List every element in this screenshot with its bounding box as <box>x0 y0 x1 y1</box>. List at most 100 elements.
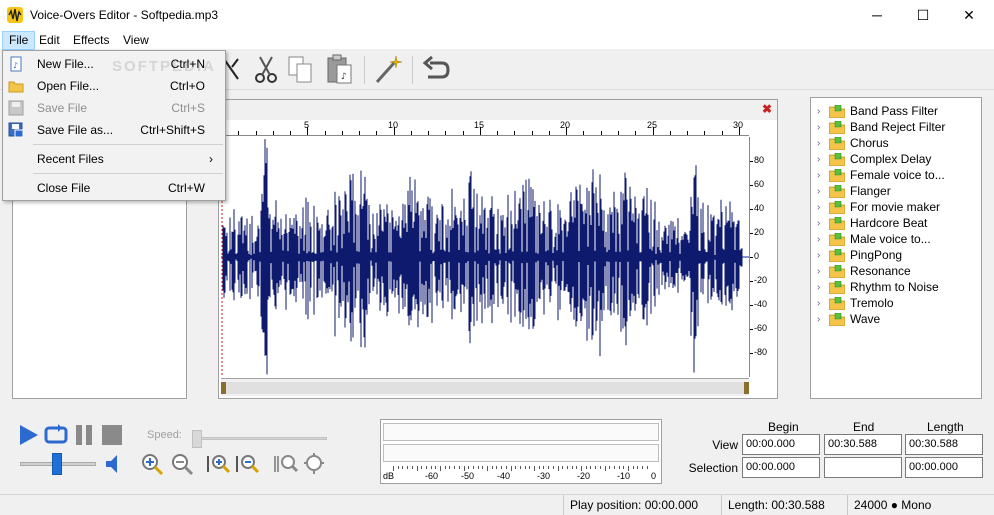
menu-item-recent-files[interactable]: Recent Files › <box>3 148 225 170</box>
view-end-field[interactable]: 00:30.588 <box>824 434 902 455</box>
expand-chevron-icon[interactable]: › <box>817 202 827 213</box>
menu-edit[interactable]: Edit <box>33 31 66 50</box>
effect-item[interactable]: › Resonance <box>817 263 911 279</box>
meter-tick <box>444 466 446 469</box>
effect-item[interactable]: › Complex Delay <box>817 151 931 167</box>
y-tick-label: -80 <box>754 347 768 357</box>
scissors-icon[interactable] <box>250 53 282 87</box>
expand-chevron-icon[interactable]: › <box>817 282 827 293</box>
speaker-icon[interactable] <box>102 452 126 476</box>
meter-tick <box>477 466 479 469</box>
effect-folder-icon <box>829 184 845 198</box>
speed-slider-thumb[interactable] <box>192 430 202 448</box>
y-tick-label: 0 <box>754 251 760 261</box>
waveform-editor[interactable]: ✖ 5 10 15 20 25 30 80 60 40 20 0 -20 -40 -60 -80 <box>218 99 778 399</box>
view-length-field[interactable]: 00:30.588 <box>905 434 983 455</box>
pause-icon[interactable] <box>72 423 96 447</box>
effect-folder-icon <box>829 216 845 230</box>
expand-chevron-icon[interactable]: › <box>817 186 827 197</box>
zoom-in-icon[interactable] <box>140 452 164 476</box>
submenu-arrow-icon: › <box>209 152 213 166</box>
expand-chevron-icon[interactable]: › <box>817 314 827 325</box>
menu-item-open-file[interactable]: Open File... Ctrl+O <box>3 75 225 97</box>
speed-slider-track[interactable] <box>197 437 327 440</box>
meter-tick <box>421 466 423 469</box>
expand-chevron-icon[interactable]: › <box>817 154 827 165</box>
effect-label: Resonance <box>850 264 911 278</box>
maximize-button[interactable]: ☐ <box>900 0 946 30</box>
effect-item[interactable]: › For movie maker <box>817 199 940 215</box>
volume-slider-thumb[interactable] <box>52 453 62 475</box>
effect-item[interactable]: › Flanger <box>817 183 891 199</box>
meter-tick <box>411 466 413 469</box>
meter-tick <box>472 466 474 469</box>
selection-length-field[interactable]: 00:00.000 <box>905 457 983 478</box>
menu-file[interactable]: File <box>2 31 36 50</box>
effect-item[interactable]: › Wave <box>817 311 880 327</box>
effect-item[interactable]: › Chorus <box>817 135 889 151</box>
effect-label: Flanger <box>850 184 891 198</box>
expand-chevron-icon[interactable]: › <box>817 170 827 181</box>
effect-item[interactable]: › Band Pass Filter <box>817 103 938 119</box>
play-icon[interactable] <box>16 423 40 447</box>
waveform-scrollbar[interactable] <box>221 378 749 396</box>
zoom-fit-icon[interactable] <box>274 452 298 476</box>
meter-scale: dB -60 -50 -40 -30 -20 -10 0 <box>381 466 661 483</box>
meter-tick <box>585 466 587 469</box>
selection-end-field[interactable] <box>824 457 902 478</box>
close-window-button[interactable]: ✕ <box>946 0 992 30</box>
y-tick-mark <box>750 353 753 354</box>
zoom-out-icon[interactable] <box>170 452 194 476</box>
menu-view[interactable]: View <box>117 31 155 50</box>
undo-icon[interactable] <box>420 53 452 87</box>
menu-item-save-file[interactable]: Save File Ctrl+S <box>3 97 225 119</box>
effect-folder-icon <box>829 264 845 278</box>
effect-item[interactable]: › Hardcore Beat <box>817 215 927 231</box>
menu-item-save-file-as[interactable]: Save File as... Ctrl+Shift+S <box>3 119 225 141</box>
expand-chevron-icon[interactable]: › <box>817 234 827 245</box>
expand-chevron-icon[interactable]: › <box>817 250 827 261</box>
expand-chevron-icon[interactable]: › <box>817 106 827 117</box>
selection-begin-field[interactable]: 00:00.000 <box>742 457 820 478</box>
zoom-all-icon[interactable] <box>302 452 326 476</box>
expand-chevron-icon[interactable]: › <box>817 266 827 277</box>
meter-scale-label: -20 <box>577 471 591 481</box>
expand-chevron-icon[interactable]: › <box>817 138 827 149</box>
zoom-selection-out-icon[interactable] <box>236 452 260 476</box>
effect-item[interactable]: › Tremolo <box>817 295 894 311</box>
effect-item[interactable]: › Band Reject Filter <box>817 119 945 135</box>
scrollbar-thumb[interactable] <box>221 382 749 394</box>
stop-icon[interactable] <box>100 423 124 447</box>
expand-chevron-icon[interactable]: › <box>817 298 827 309</box>
waveform-canvas[interactable] <box>221 137 749 377</box>
effect-item[interactable]: › Male voice to... <box>817 231 931 247</box>
menu-effects[interactable]: Effects <box>67 31 115 50</box>
close-waveform-icon[interactable]: ✖ <box>762 102 772 116</box>
paste-icon[interactable]: ♪ <box>324 53 356 87</box>
ruler-tick-label: 20 <box>560 120 571 130</box>
menu-item-close-file[interactable]: Close File Ctrl+W <box>3 177 225 199</box>
minimize-button[interactable]: ─ <box>854 0 900 30</box>
magic-wand-icon[interactable] <box>372 53 404 87</box>
meter-tick <box>524 466 526 469</box>
effect-item[interactable]: › Rhythm to Noise <box>817 279 939 295</box>
effect-folder-icon <box>829 104 845 118</box>
copy-icon[interactable] <box>285 53 317 87</box>
meter-tick <box>515 466 517 469</box>
toolbar-separator <box>412 56 413 84</box>
y-tick-mark <box>750 329 753 330</box>
ruler-mark <box>342 131 343 135</box>
meter-tick <box>623 466 625 469</box>
time-ruler[interactable]: 5 10 15 20 25 30 <box>221 120 749 136</box>
loop-icon[interactable] <box>44 423 68 447</box>
ruler-mark <box>601 131 602 135</box>
expand-chevron-icon[interactable]: › <box>817 122 827 133</box>
view-begin-field[interactable]: 00:00.000 <box>742 434 820 455</box>
zoom-selection-in-icon[interactable] <box>207 452 231 476</box>
effect-item[interactable]: › Female voice to... <box>817 167 945 183</box>
expand-chevron-icon[interactable]: › <box>817 218 827 229</box>
effect-item[interactable]: › PingPong <box>817 247 902 263</box>
meter-tick <box>501 466 503 469</box>
meter-tick <box>613 466 615 469</box>
meter-tick <box>637 466 639 469</box>
